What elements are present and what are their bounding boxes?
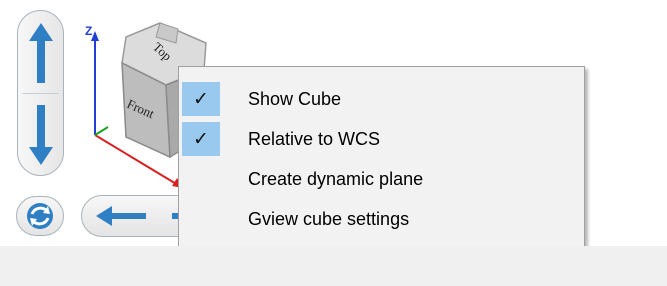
pan-vertical-control bbox=[17, 10, 64, 176]
menu-item-label: Show Cube bbox=[248, 89, 342, 109]
rotate-button[interactable] bbox=[16, 196, 64, 236]
y-axis bbox=[94, 126, 109, 136]
menu-item-label: Relative to WCS bbox=[248, 129, 381, 149]
menu-item-show-cube[interactable]: ✓ Show Cube bbox=[179, 79, 584, 119]
viewcube-context-menu: ✓ Show Cube ✓ Relative to WCS Create dyn… bbox=[178, 66, 585, 250]
graphics-viewport[interactable]: Z Top Front ✓ Show Cube ✓ Relative to WC… bbox=[0, 0, 667, 250]
menu-item-label: Create dynamic plane bbox=[248, 169, 424, 189]
checkmark-icon: ✓ bbox=[182, 82, 220, 116]
menu-item-label: Gview cube settings bbox=[248, 209, 410, 229]
checkmark-icon: ✓ bbox=[182, 122, 220, 156]
status-bar bbox=[0, 246, 667, 286]
menu-item-gview-cube-settings[interactable]: Gview cube settings bbox=[179, 199, 584, 239]
arrow-down-icon[interactable] bbox=[23, 99, 59, 171]
arrow-up-icon[interactable] bbox=[23, 17, 59, 89]
z-axis-label: Z bbox=[85, 24, 92, 38]
menu-item-create-dynamic-plane[interactable]: Create dynamic plane bbox=[179, 159, 584, 199]
arrow-left-icon[interactable] bbox=[90, 202, 150, 230]
menu-item-relative-to-wcs[interactable]: ✓ Relative to WCS bbox=[179, 119, 584, 159]
rotate-icon bbox=[27, 203, 53, 229]
pan-divider bbox=[22, 93, 59, 94]
